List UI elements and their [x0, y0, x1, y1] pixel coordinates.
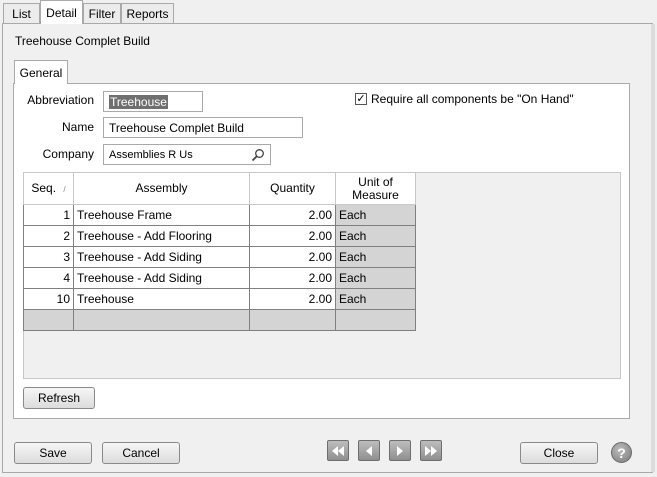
- abbreviation-input[interactable]: Treehouse: [103, 91, 203, 112]
- new-row[interactable]: [23, 309, 416, 331]
- previous-record-icon: [366, 445, 372, 456]
- cell-seq[interactable]: 10: [23, 288, 74, 310]
- cell-seq[interactable]: [23, 309, 74, 331]
- checkmark-icon: ✓: [356, 92, 366, 105]
- name-input[interactable]: Treehouse Complet Build: [103, 117, 303, 138]
- cell-assembly[interactable]: Treehouse - Add Flooring: [73, 225, 250, 247]
- name-label: Name: [61, 120, 94, 134]
- require-on-hand-option[interactable]: ✓ Require all components be "On Hand": [355, 92, 574, 106]
- cell-assembly[interactable]: [73, 309, 250, 331]
- cell-seq[interactable]: 1: [23, 204, 74, 226]
- tab-list-label: List: [12, 6, 31, 21]
- company-input[interactable]: Assemblies R Us: [103, 144, 271, 165]
- cell-unit[interactable]: Each: [335, 225, 416, 247]
- next-record-icon: [397, 445, 403, 456]
- tab-general[interactable]: General: [14, 60, 68, 84]
- cell-seq[interactable]: 2: [23, 225, 74, 247]
- next-record-button[interactable]: [389, 440, 411, 461]
- col-seq-header[interactable]: Seq. /: [23, 173, 74, 205]
- last-record-button[interactable]: [420, 440, 442, 461]
- cell-unit[interactable]: Each: [335, 246, 416, 268]
- cell-quantity[interactable]: 2.00: [249, 288, 336, 310]
- company-value: Assemblies R Us: [109, 148, 193, 161]
- record-title: Treehouse Complet Build: [15, 34, 150, 48]
- table-row[interactable]: 4 Treehouse - Add Siding 2.00 Each: [23, 267, 416, 289]
- cell-assembly[interactable]: Treehouse - Add Siding: [73, 267, 250, 289]
- assembly-grid: Seq. / Assembly Quantity Unit of Measure…: [23, 173, 416, 331]
- col-seq-label: Seq.: [31, 180, 57, 195]
- close-button[interactable]: Close: [520, 442, 598, 464]
- first-record-icon: [332, 445, 344, 456]
- name-value: Treehouse Complet Build: [109, 120, 244, 135]
- tab-filter-label: Filter: [88, 6, 116, 21]
- table-row[interactable]: 10 Treehouse 2.00 Each: [23, 288, 416, 310]
- cell-quantity[interactable]: 2.00: [249, 225, 336, 247]
- cell-quantity[interactable]: 2.00: [249, 246, 336, 268]
- col-quantity-header[interactable]: Quantity: [249, 173, 336, 205]
- vertical-scrollbar[interactable]: [651, 24, 655, 472]
- tab-list[interactable]: List: [3, 3, 40, 23]
- tab-filter[interactable]: Filter: [83, 3, 121, 23]
- col-assembly-header[interactable]: Assembly: [73, 173, 250, 205]
- table-row[interactable]: 2 Treehouse - Add Flooring 2.00 Each: [23, 225, 416, 247]
- cell-quantity[interactable]: 2.00: [249, 204, 336, 226]
- tab-reports-label: Reports: [126, 6, 169, 21]
- company-label: Company: [42, 147, 94, 161]
- sort-ascending-icon: /: [63, 184, 66, 194]
- abbreviation-value: Treehouse: [109, 94, 168, 109]
- save-button[interactable]: Save: [14, 442, 92, 464]
- cell-seq[interactable]: 3: [23, 246, 74, 268]
- first-record-button[interactable]: [327, 440, 349, 461]
- cell-assembly[interactable]: Treehouse Frame: [73, 204, 250, 226]
- help-label: ?: [617, 444, 626, 461]
- cell-unit[interactable]: Each: [335, 267, 416, 289]
- require-on-hand-checkbox[interactable]: ✓: [355, 93, 367, 105]
- cell-seq[interactable]: 4: [23, 267, 74, 289]
- last-record-icon: [425, 445, 437, 456]
- tab-detail-label: Detail: [46, 5, 77, 20]
- cell-assembly[interactable]: Treehouse: [73, 288, 250, 310]
- cell-unit[interactable]: Each: [335, 288, 416, 310]
- previous-record-button[interactable]: [358, 440, 380, 461]
- cancel-button[interactable]: Cancel: [102, 442, 180, 464]
- magnifier-icon[interactable]: [251, 148, 265, 162]
- cell-unit[interactable]: Each: [335, 204, 416, 226]
- cell-assembly[interactable]: Treehouse - Add Siding: [73, 246, 250, 268]
- cell-unit[interactable]: [335, 309, 416, 331]
- tab-general-label: General: [19, 65, 63, 80]
- col-unit-label: Unit of Measure: [352, 174, 399, 202]
- tab-detail[interactable]: Detail: [40, 0, 83, 24]
- table-row[interactable]: 1 Treehouse Frame 2.00 Each: [23, 204, 416, 226]
- table-row[interactable]: 3 Treehouse - Add Siding 2.00 Each: [23, 246, 416, 268]
- cell-quantity[interactable]: [249, 309, 336, 331]
- tab-reports[interactable]: Reports: [121, 3, 174, 23]
- abbreviation-label: Abbreviation: [27, 93, 94, 107]
- help-icon[interactable]: ?: [611, 442, 632, 463]
- refresh-button[interactable]: Refresh: [23, 387, 95, 409]
- cell-quantity[interactable]: 2.00: [249, 267, 336, 289]
- col-unit-header[interactable]: Unit of Measure: [335, 173, 416, 205]
- require-on-hand-label: Require all components be "On Hand": [371, 92, 574, 106]
